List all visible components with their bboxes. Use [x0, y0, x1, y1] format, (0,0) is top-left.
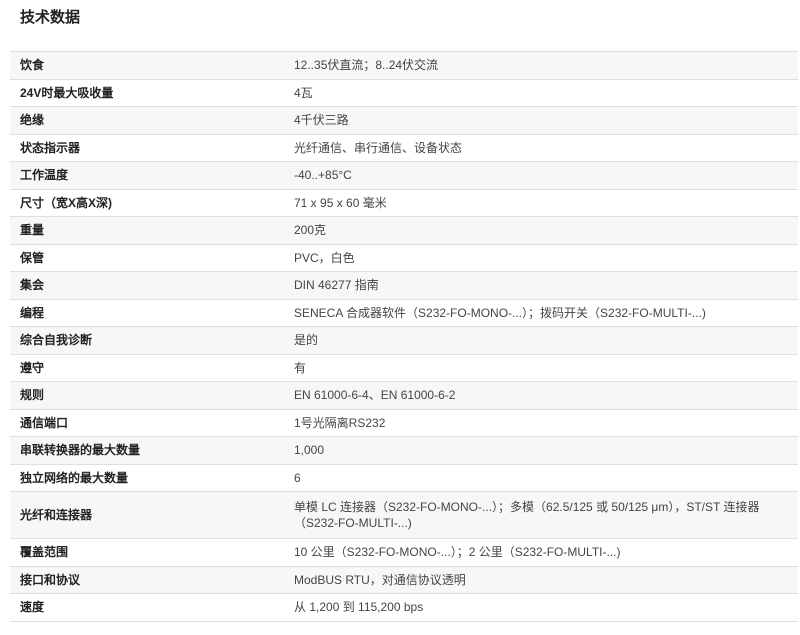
spec-value: PVC，白色 [284, 243, 798, 272]
spec-label: 编程 [10, 298, 284, 327]
table-row: 通信端口 1号光隔离RS232 [10, 408, 798, 437]
spec-label: 通信端口 [10, 408, 284, 437]
spec-label: 光纤和连接器 [10, 491, 284, 539]
spec-label: 速度 [10, 593, 284, 622]
table-row: 覆盖范围 10 公里（S232-FO-MONO-...）；2 公里（S232-F… [10, 538, 798, 566]
spec-value: EN 61000-6-4、EN 61000-6-2 [284, 381, 798, 409]
spec-value: 4千伏三路 [284, 106, 798, 134]
spec-label: 24V时最大吸收量 [10, 78, 284, 107]
table-row: 接口和协议 ModBUS RTU，对通信协议透明 [10, 565, 798, 594]
spec-label: 覆盖范围 [10, 538, 284, 566]
table-row: 饮食 12..35伏直流；8..24伏交流 [10, 51, 798, 79]
table-row: 保管 PVC，白色 [10, 243, 798, 272]
spec-value: ModBUS RTU，对通信协议透明 [284, 565, 798, 594]
spec-label: 综合自我诊断 [10, 326, 284, 354]
spec-label: 状态指示器 [10, 133, 284, 162]
table-row: 24V时最大吸收量 4瓦 [10, 78, 798, 107]
spec-value: 71 x 95 x 60 毫米 [284, 188, 798, 217]
spec-value: 1号光隔离RS232 [284, 408, 798, 437]
table-row: 独立网络的最大数量 6 [10, 463, 798, 492]
table-row: 遵守 有 [10, 353, 798, 382]
table-row: 集会 DIN 46277 指南 [10, 271, 798, 299]
table-row: 状态指示器 光纤通信、串行通信、设备状态 [10, 133, 798, 162]
spec-value: DIN 46277 指南 [284, 271, 798, 299]
table-row: 速度 从 1,200 到 115,200 bps [10, 593, 798, 622]
table-row: 绝缘 4千伏三路 [10, 106, 798, 134]
spec-value: 光纤通信、串行通信、设备状态 [284, 133, 798, 162]
spec-table: 饮食 12..35伏直流；8..24伏交流 24V时最大吸收量 4瓦 绝缘 4千… [10, 51, 798, 622]
table-row: 尺寸（宽X高X深) 71 x 95 x 60 毫米 [10, 188, 798, 217]
spec-label: 保管 [10, 243, 284, 272]
spec-label: 绝缘 [10, 106, 284, 134]
spec-label: 遵守 [10, 353, 284, 382]
spec-label: 工作温度 [10, 161, 284, 189]
spec-value: 12..35伏直流；8..24伏交流 [284, 51, 798, 79]
spec-value: 200克 [284, 216, 798, 244]
table-row: 编程 SENECA 合成器软件（S232-FO-MONO-...）；拨码开关（S… [10, 298, 798, 327]
spec-value: -40..+85°C [284, 161, 798, 189]
spec-value: 6 [284, 463, 798, 492]
spec-value: 10 公里（S232-FO-MONO-...）；2 公里（S232-FO-MUL… [284, 538, 798, 566]
spec-value: 单模 LC 连接器（S232-FO-MONO-...）；多模（62.5/125 … [284, 491, 798, 539]
spec-value: 是的 [284, 326, 798, 354]
tech-data-page: 技术数据 饮食 12..35伏直流；8..24伏交流 24V时最大吸收量 4瓦 … [0, 0, 800, 635]
section-title: 技术数据 [20, 9, 81, 26]
table-row: 光纤和连接器 单模 LC 连接器（S232-FO-MONO-...）；多模（62… [10, 491, 798, 539]
spec-label: 接口和协议 [10, 565, 284, 594]
spec-value: 1,000 [284, 436, 798, 464]
table-row: 串联转换器的最大数量 1,000 [10, 436, 798, 464]
spec-value: SENECA 合成器软件（S232-FO-MONO-...）；拨码开关（S232… [284, 298, 798, 327]
table-row: 综合自我诊断 是的 [10, 326, 798, 354]
table-row: 重量 200克 [10, 216, 798, 244]
spec-label: 独立网络的最大数量 [10, 463, 284, 492]
spec-label: 重量 [10, 216, 284, 244]
spec-value: 有 [284, 353, 798, 382]
spec-label: 集会 [10, 271, 284, 299]
spec-label: 饮食 [10, 51, 284, 79]
spec-label: 规则 [10, 381, 284, 409]
spec-label: 尺寸（宽X高X深) [10, 188, 284, 217]
table-row: 工作温度 -40..+85°C [10, 161, 798, 189]
spec-value: 4瓦 [284, 78, 798, 107]
spec-value: 从 1,200 到 115,200 bps [284, 593, 798, 622]
spec-label: 串联转换器的最大数量 [10, 436, 284, 464]
table-row: 规则 EN 61000-6-4、EN 61000-6-2 [10, 381, 798, 409]
